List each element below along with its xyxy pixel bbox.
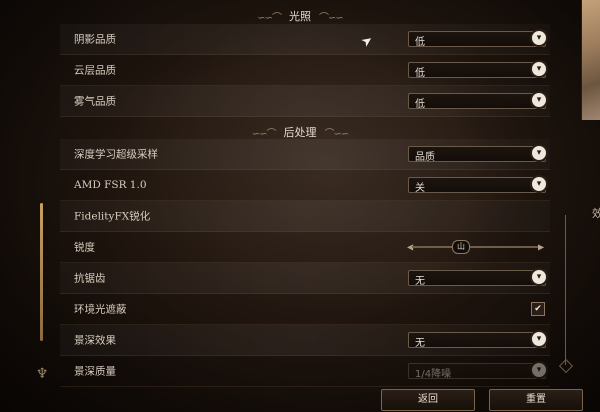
dof-quality-dropdown[interactable]: 1/4降噪 ▾: [408, 361, 548, 380]
chevron-down-icon[interactable]: ▾: [530, 29, 548, 47]
section-title: 后处理: [283, 126, 317, 139]
dropdown-value: 无: [415, 338, 425, 349]
setting-row-depth-of-field[interactable]: 景深效果 无 ▾: [60, 325, 550, 356]
setting-row-ambient-occlusion[interactable]: 环境光遮蔽 ✔: [60, 294, 550, 325]
setting-label: FidelityFX锐化: [74, 210, 151, 223]
setting-row-sharpness[interactable]: 锐度 ◀ 山 ▶: [60, 232, 550, 263]
setting-label: AMD FSR 1.0: [74, 179, 147, 191]
scrollbar-thumb[interactable]: [40, 203, 43, 341]
setting-row-dlss[interactable]: 深度学习超级采样 品质 ▾: [60, 139, 550, 170]
dropdown-value: 无: [415, 276, 425, 287]
setting-label: 雾气品质: [74, 95, 116, 108]
depth-of-field-dropdown[interactable]: 无 ▾: [408, 330, 548, 349]
setting-row-dof-quality[interactable]: 景深质量 1/4降噪 ▾: [60, 356, 550, 387]
ornament-right-icon: ⌒∽∽: [319, 12, 344, 24]
chevron-down-icon[interactable]: ▾: [530, 144, 548, 162]
chevron-down-icon[interactable]: ▾: [530, 91, 548, 109]
setting-row-fidelityfx: FidelityFX锐化: [60, 201, 550, 232]
dropdown-value: 低: [415, 68, 425, 79]
ornament-left-icon: ∽∽⌒: [257, 12, 282, 24]
sharpness-slider-track[interactable]: [412, 246, 540, 248]
section-header-lighting: ∽∽⌒ 光照 ⌒∽∽: [0, 8, 600, 24]
section-header-post-processing: ∽∽⌒ 后处理 ⌒∽∽: [0, 124, 600, 140]
ornament-left-icon: ∽∽⌒: [251, 128, 277, 140]
dropdown-value: 关: [415, 183, 425, 194]
setting-row-amd-fsr[interactable]: AMD FSR 1.0 关 ▾: [60, 170, 550, 201]
reset-button[interactable]: 重置: [489, 389, 583, 411]
chevron-down-icon[interactable]: ▾: [530, 268, 548, 286]
antialiasing-dropdown[interactable]: 无 ▾: [408, 268, 548, 287]
slider-right-icon[interactable]: ▶: [538, 243, 544, 252]
setting-label: 环境光遮蔽: [74, 303, 127, 316]
crest-emblem-icon: ♆: [35, 366, 49, 382]
ambient-occlusion-checkbox[interactable]: ✔: [531, 302, 545, 316]
setting-label: 锐度: [74, 241, 95, 254]
sharpness-slider-thumb[interactable]: 山: [452, 240, 470, 254]
dropdown-value: 低: [415, 37, 425, 48]
amd-fsr-dropdown[interactable]: 关 ▾: [408, 175, 548, 194]
cloud-quality-dropdown[interactable]: 低 ▾: [408, 60, 548, 79]
setting-label: 抗锯齿: [74, 272, 106, 285]
side-ornament: [565, 215, 574, 365]
setting-row-fog-quality[interactable]: 雾气品质 低 ▾: [60, 86, 550, 117]
side-panel-label: 效: [592, 207, 600, 220]
setting-row-shadow-quality[interactable]: 阴影品质 低 ▾: [60, 24, 550, 55]
dropdown-value: 低: [415, 99, 425, 110]
shadow-quality-dropdown[interactable]: 低 ▾: [408, 29, 548, 48]
dropdown-value: 品质: [415, 152, 435, 163]
fog-quality-dropdown[interactable]: 低 ▾: [408, 91, 548, 110]
setting-row-cloud-quality[interactable]: 云层品质 低 ▾: [60, 55, 550, 86]
setting-label: 阴影品质: [74, 33, 116, 46]
dropdown-value: 1/4降噪: [415, 369, 452, 380]
chevron-down-icon[interactable]: ▾: [530, 330, 548, 348]
setting-label: 景深质量: [74, 365, 116, 378]
section-title: 光照: [289, 10, 311, 23]
back-button[interactable]: 返回: [381, 389, 475, 411]
chevron-down-icon[interactable]: ▾: [530, 175, 548, 193]
setting-label: 深度学习超级采样: [74, 148, 158, 161]
dlss-dropdown[interactable]: 品质 ▾: [408, 144, 548, 163]
setting-label: 景深效果: [74, 334, 116, 347]
ornament-right-icon: ⌒∽∽: [324, 128, 350, 140]
setting-row-antialiasing[interactable]: 抗锯齿 无 ▾: [60, 263, 550, 294]
setting-label: 云层品质: [74, 64, 116, 77]
chevron-down-icon[interactable]: ▾: [530, 60, 548, 78]
chevron-down-icon[interactable]: ▾: [530, 361, 548, 379]
